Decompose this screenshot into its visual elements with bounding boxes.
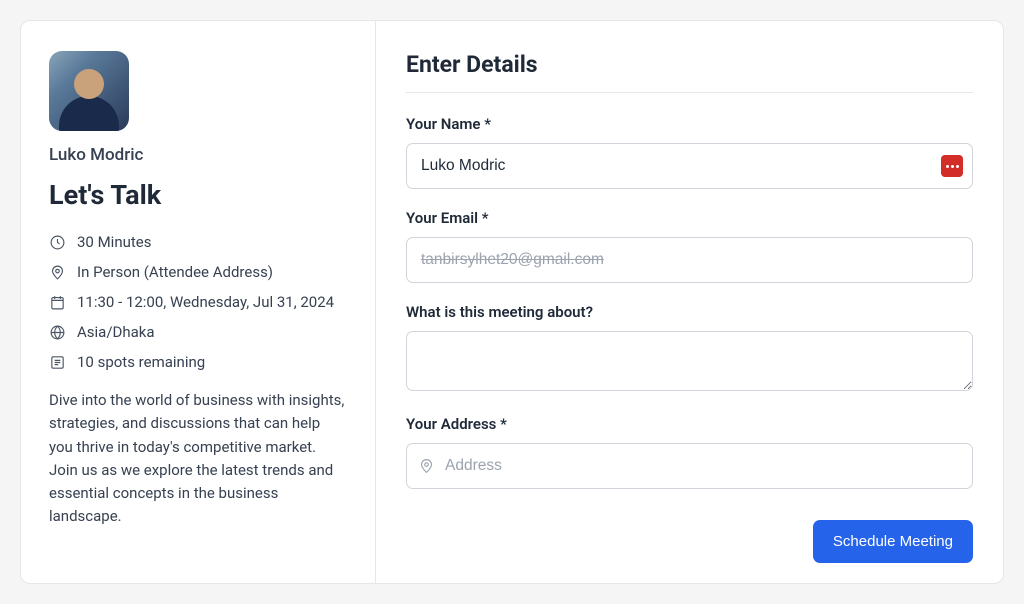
meta-datetime: 11:30 - 12:00, Wednesday, Jul 31, 2024 [49, 293, 347, 311]
map-pin-icon [418, 458, 435, 475]
meta-timezone-text: Asia/Dhaka [77, 323, 155, 341]
map-pin-icon [49, 264, 66, 281]
password-manager-icon[interactable] [941, 155, 963, 177]
event-meta-list: 30 Minutes In Person (Attendee Address) … [49, 233, 347, 371]
clock-icon [49, 234, 66, 251]
address-label: Your Address * [406, 415, 973, 433]
host-name: Luko Modric [49, 145, 347, 165]
address-group: Your Address * [406, 415, 973, 489]
name-group: Your Name * [406, 115, 973, 189]
meta-location: In Person (Attendee Address) [49, 263, 347, 281]
divider [406, 92, 973, 93]
name-input[interactable] [406, 143, 973, 189]
details-form: Enter Details Your Name * Your Email * W… [376, 21, 1003, 583]
event-description: Dive into the world of business with ins… [49, 389, 347, 529]
email-input[interactable] [406, 237, 973, 283]
meta-datetime-text: 11:30 - 12:00, Wednesday, Jul 31, 2024 [77, 293, 334, 311]
booking-card: Luko Modric Let's Talk 30 Minutes In Per… [20, 20, 1004, 584]
about-group: What is this meeting about? [406, 303, 973, 395]
event-title: Let's Talk [49, 179, 347, 211]
email-label: Your Email * [406, 209, 973, 227]
address-input[interactable] [406, 443, 973, 489]
host-avatar [49, 51, 129, 131]
schedule-meeting-button[interactable]: Schedule Meeting [813, 520, 973, 563]
globe-icon [49, 324, 66, 341]
event-sidebar: Luko Modric Let's Talk 30 Minutes In Per… [21, 21, 376, 583]
name-label: Your Name * [406, 115, 973, 133]
submit-row: Schedule Meeting [406, 520, 973, 563]
meta-duration: 30 Minutes [49, 233, 347, 251]
list-icon [49, 354, 66, 371]
meta-location-text: In Person (Attendee Address) [77, 263, 273, 281]
address-input-wrap [406, 443, 973, 489]
form-title: Enter Details [406, 51, 973, 78]
meta-duration-text: 30 Minutes [77, 233, 151, 251]
meta-timezone: Asia/Dhaka [49, 323, 347, 341]
meta-spots-text: 10 spots remaining [77, 353, 205, 371]
about-textarea[interactable] [406, 331, 973, 391]
name-input-wrap [406, 143, 973, 189]
email-group: Your Email * [406, 209, 973, 283]
about-label: What is this meeting about? [406, 303, 973, 321]
calendar-icon [49, 294, 66, 311]
meta-spots: 10 spots remaining [49, 353, 347, 371]
